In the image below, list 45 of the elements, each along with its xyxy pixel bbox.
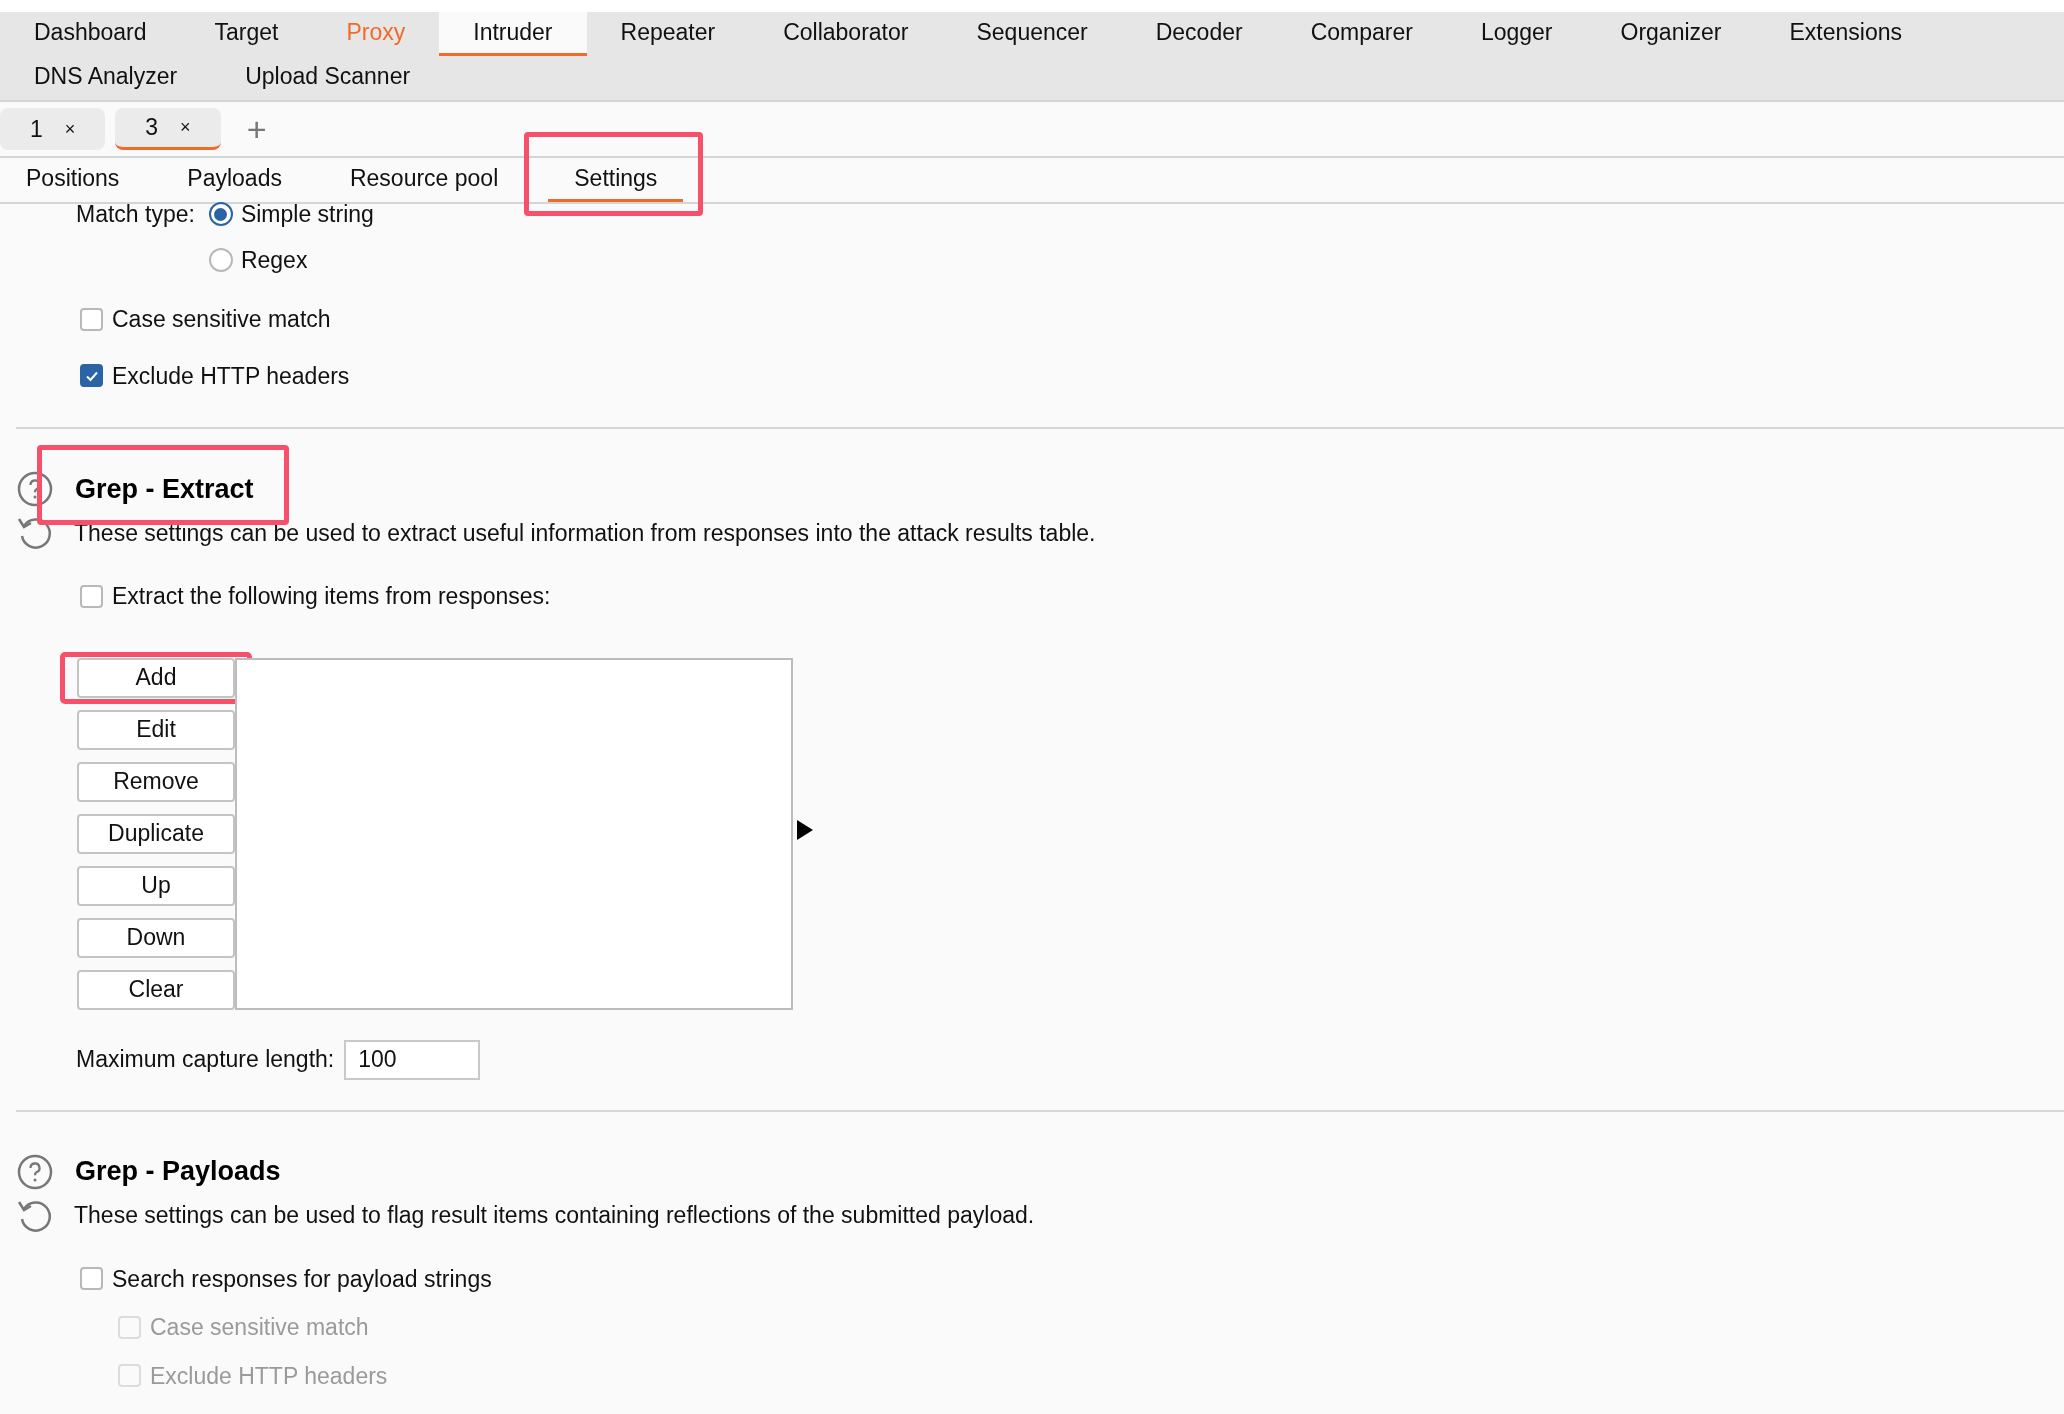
tool-tab[interactable]: Collaborator — [749, 12, 943, 56]
sub-tab[interactable]: Resource pool — [323, 158, 525, 202]
list-action-button[interactable]: Down — [77, 917, 235, 958]
list-action-button[interactable]: Add — [77, 657, 235, 698]
tab-label: 3 — [145, 113, 159, 143]
radio-label: Regex — [240, 245, 308, 275]
list-action-button[interactable]: Up — [77, 865, 235, 906]
tab-label: 1 — [30, 114, 43, 144]
tool-tab[interactable]: Sequencer — [942, 12, 1122, 56]
new-tab-button[interactable]: + — [246, 112, 267, 146]
tool-tab[interactable]: Intruder — [439, 12, 587, 56]
checkbox-label: Exclude HTTP headers — [150, 1361, 388, 1391]
radio-label: Simple string — [240, 199, 374, 229]
match-type-label: Match type: — [76, 200, 195, 228]
tool-tab[interactable]: Repeater — [586, 12, 750, 56]
sub-tab[interactable]: Settings — [548, 158, 684, 202]
sub-tab[interactable]: Positions — [0, 158, 146, 202]
checkbox-label: Exclude HTTP headers — [112, 361, 350, 391]
capture-length-field[interactable]: 100 — [344, 1039, 481, 1080]
field-label: Maximum capture length: — [76, 1045, 335, 1075]
tool-tab[interactable]: Decoder — [1121, 12, 1277, 56]
section-title: Grep - Extract — [75, 473, 254, 504]
attack-tab[interactable]: 1 × — [0, 108, 106, 150]
tool-tab[interactable]: Dashboard — [0, 12, 181, 56]
tool-tab[interactable]: Comparer — [1276, 12, 1447, 56]
section-description: These settings can be used to flag result items containing reflections of the submitted payload. — [74, 1201, 1035, 1231]
close-tab-button[interactable]: × — [180, 114, 191, 141]
section-title: Grep - Payloads — [75, 1156, 281, 1187]
list-action-button[interactable]: Edit — [77, 709, 235, 750]
checkbox-label: Case sensitive match — [112, 305, 331, 334]
tool-tab[interactable]: Upload Scanner — [211, 56, 445, 100]
tool-tab[interactable]: Target — [180, 12, 313, 56]
list-action-button[interactable]: Remove — [77, 761, 235, 802]
checkbox-label: Case sensitive match — [150, 1313, 369, 1342]
checkbox-label: Extract the following items from responses: — [112, 582, 551, 611]
tool-tab[interactable]: Logger — [1446, 12, 1587, 56]
checkbox-label: Search responses for payload strings — [112, 1264, 492, 1294]
close-tab-button[interactable]: × — [64, 115, 76, 143]
tool-tab[interactable]: Extensions — [1755, 12, 1937, 56]
attack-tab[interactable]: 3 × — [115, 108, 221, 150]
list-action-button[interactable]: Duplicate — [77, 813, 235, 854]
sub-tab[interactable]: Payloads — [161, 158, 308, 202]
tool-tab[interactable]: DNS Analyzer — [0, 56, 212, 100]
tool-tab[interactable]: Organizer — [1586, 12, 1756, 56]
list-action-button[interactable]: Clear — [77, 969, 235, 1010]
